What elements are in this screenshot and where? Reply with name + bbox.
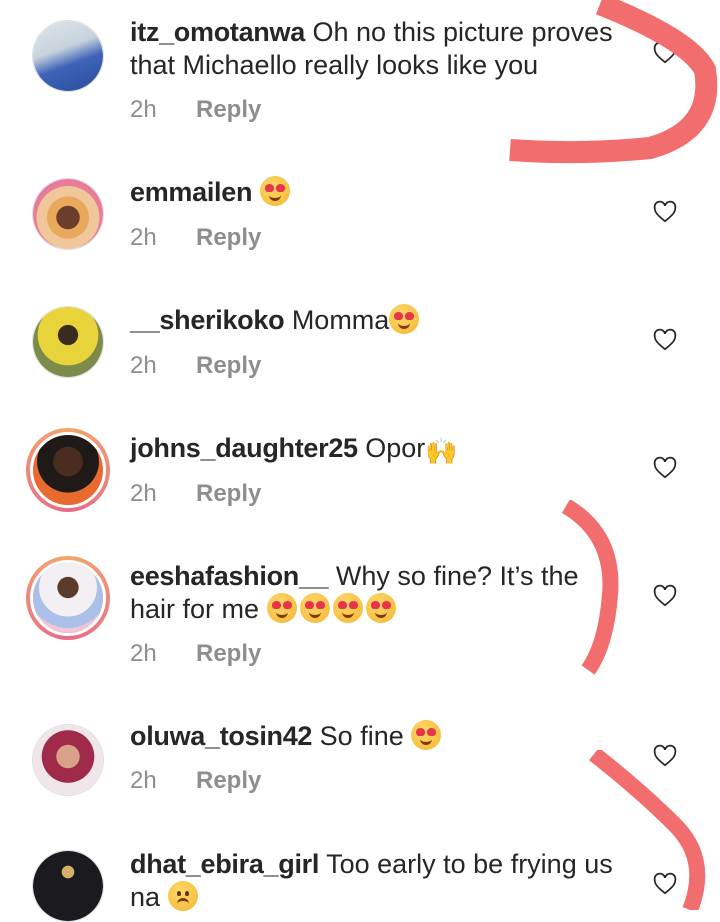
comment-text: johns_daughter25 Opor🙌 <box>130 432 630 468</box>
reply-button[interactable]: Reply <box>196 480 261 507</box>
comment-username[interactable]: emmailen <box>130 177 252 207</box>
comment-meta: 2h Reply <box>130 352 261 380</box>
heart-eyes-emoji-icon <box>299 593 330 623</box>
comment-meta: 2h Reply <box>130 480 261 508</box>
heart-eyes-emoji-icon <box>365 593 396 623</box>
reply-button[interactable]: Reply <box>196 352 261 379</box>
comment-body: So fine <box>319 721 404 751</box>
raising-hands-emoji-icon: 🙌 <box>425 436 458 466</box>
comment-username[interactable]: itz_omotanwa <box>130 17 305 47</box>
heart-eyes-emoji-icon <box>389 304 420 334</box>
comment-meta: 2h Reply <box>130 96 261 124</box>
avatar[interactable] <box>26 428 110 512</box>
heart-outline-icon[interactable] <box>652 327 678 353</box>
comment-body: Opor <box>365 433 426 463</box>
comment-text: itz_omotanwa Oh no this picture proves t… <box>130 16 630 82</box>
avatar[interactable] <box>32 178 104 250</box>
comment-time: 2h <box>130 224 157 251</box>
heart-outline-icon[interactable] <box>652 199 678 225</box>
avatar[interactable] <box>32 850 104 922</box>
heart-outline-icon[interactable] <box>652 583 678 609</box>
comment-text: emmailen <box>130 176 630 209</box>
comment-username[interactable]: dhat_ebira_girl <box>130 849 319 879</box>
comment-text: __sherikoko Momma <box>130 304 630 337</box>
comment-time: 2h <box>130 352 157 379</box>
heart-outline-icon[interactable] <box>652 40 678 66</box>
avatar[interactable] <box>32 724 104 796</box>
comment-time: 2h <box>130 480 157 507</box>
reply-button[interactable]: Reply <box>196 96 261 123</box>
heart-outline-icon[interactable] <box>652 455 678 481</box>
heart-eyes-emoji-icon <box>411 720 442 750</box>
comment-meta: 2h Reply <box>130 767 261 795</box>
avatar[interactable] <box>32 20 104 92</box>
comment-text: dhat_ebira_girl Too early to be frying u… <box>130 848 630 914</box>
reply-button[interactable]: Reply <box>196 640 261 667</box>
comment-username[interactable]: oluwa_tosin42 <box>130 721 312 751</box>
reply-button[interactable]: Reply <box>196 767 261 794</box>
comment-username[interactable]: __sherikoko <box>130 305 285 335</box>
comment-time: 2h <box>130 767 157 794</box>
reply-button[interactable]: Reply <box>196 224 261 251</box>
heart-outline-icon[interactable] <box>652 743 678 769</box>
comment-username[interactable]: eeshafashion__ <box>130 561 329 591</box>
heart-eyes-emoji-icon <box>259 176 290 206</box>
comment-username[interactable]: johns_daughter25 <box>130 433 358 463</box>
frowning-face-emoji-icon <box>167 881 198 911</box>
avatar[interactable] <box>32 306 104 378</box>
comment-meta: 2h Reply <box>130 224 261 252</box>
heart-outline-icon[interactable] <box>652 871 678 897</box>
comment-text: eeshafashion__ Why so fine? It’s the hai… <box>130 560 600 626</box>
comment-time: 2h <box>130 96 157 123</box>
comment-time: 2h <box>130 640 157 667</box>
avatar[interactable] <box>26 556 110 640</box>
heart-eyes-emoji-icon <box>266 593 297 623</box>
comment-body: Momma <box>291 305 390 335</box>
heart-eyes-emoji-icon <box>332 593 363 623</box>
comment-text: oluwa_tosin42 So fine <box>130 720 630 753</box>
comment-meta: 2h Reply <box>130 640 261 668</box>
